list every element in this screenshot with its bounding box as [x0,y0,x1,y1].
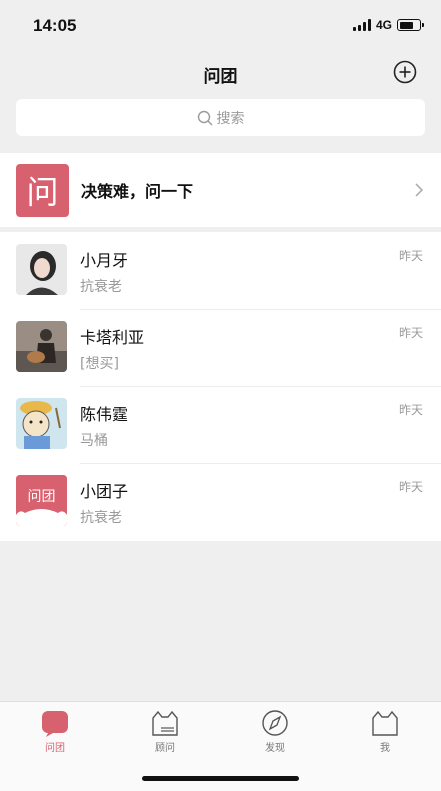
cat-face-icon [372,710,398,736]
status-time: 14:05 [33,16,77,35]
status-indicators: 4G [352,17,424,33]
wentuan-logo: 问 [16,163,69,217]
tab-advisor[interactable]: 顾问 [125,708,205,754]
chat-preview: 马桶 [80,433,108,449]
banner-text: 决策难，问一下 [81,182,194,201]
home-indicator [142,776,299,781]
avatar [16,398,67,449]
nav-bar: 问团 [0,50,441,94]
cat-face-icon [152,710,178,736]
list-item[interactable]: 小月牙 抗衰老 昨天 [0,232,441,309]
chat-name: 卡塔利亚 [80,328,145,347]
tab-me[interactable]: 我 [345,708,425,754]
search-input[interactable]: 搜索 [16,99,425,136]
avatar [16,244,67,295]
tab-wentuan[interactable]: 问团 [15,708,95,754]
chat-time: 昨天 [398,249,423,263]
avatar [16,321,67,372]
chat-name: 小月牙 [80,251,129,270]
ask-banner[interactable]: 问 决策难，问一下 [0,153,441,227]
chat-preview: [想买] [80,356,119,372]
tab-label: 问团 [45,743,65,754]
list-item[interactable]: 卡塔利亚 [想买] 昨天 [0,309,441,386]
list-item[interactable]: 问团 小团子 抗衰老 昨天 [0,463,441,540]
plus-circle-icon[interactable] [393,60,417,84]
signal-icon [352,19,371,31]
avatar-text: 问团 [28,489,56,505]
chat-preview: 抗衰老 [80,510,122,526]
tab-label: 我 [380,743,390,754]
chat-preview: 抗衰老 [80,279,122,295]
status-bar: 14:05 4G [0,0,441,50]
tab-discover[interactable]: 发现 [235,708,315,754]
search-placeholder: 搜索 [216,110,245,127]
chat-name: 小团子 [80,482,129,501]
chat-list: 小月牙 抗衰老 昨天 卡塔利亚 [想买] 昨天 陈伟霆 马桶 昨天 问团 小团子… [0,232,441,541]
tab-label: 顾问 [155,743,175,754]
network-type: 4G [375,18,392,32]
list-item[interactable]: 陈伟霆 马桶 昨天 [0,386,441,463]
avatar: 问团 [16,475,67,526]
tab-label: 发现 [265,743,285,754]
chat-time: 昨天 [398,403,423,417]
battery-icon [397,19,424,31]
chevron-right-icon [415,183,424,197]
chat-time: 昨天 [398,480,423,494]
chat-time: 昨天 [398,326,423,340]
compass-icon [262,710,288,736]
page-title: 问团 [203,67,238,87]
search-icon [197,110,212,125]
chat-bubble-icon [42,711,68,737]
chat-name: 陈伟霆 [80,405,129,424]
